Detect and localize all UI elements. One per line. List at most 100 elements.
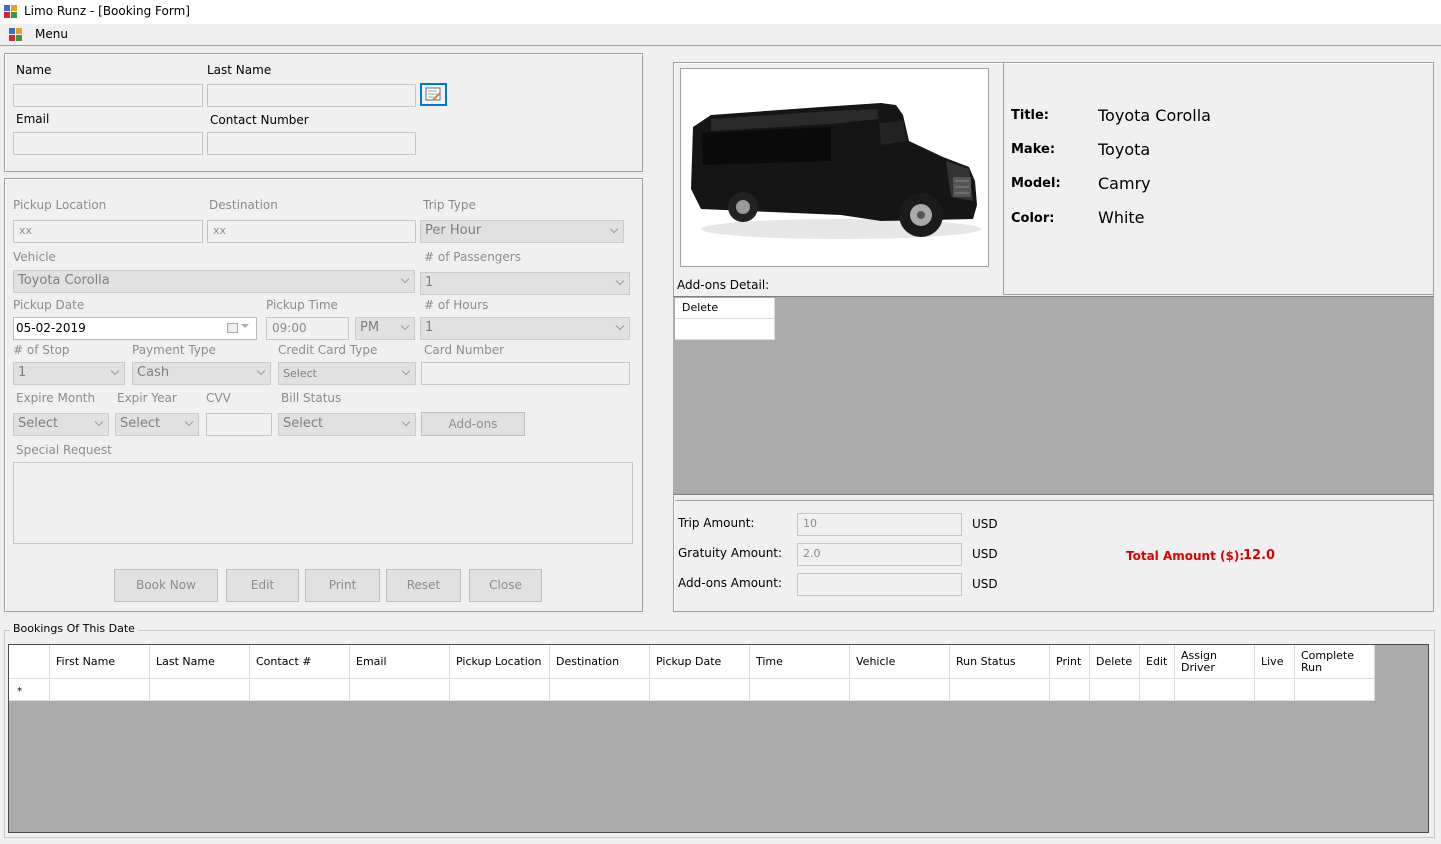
close-button[interactable]: Close — [469, 569, 542, 602]
addons-detail-label: Add-ons Detail: — [677, 278, 770, 292]
new-row-cell-delete[interactable] — [1090, 679, 1140, 701]
email-label: Email — [16, 112, 50, 126]
new-row-cell-print[interactable] — [1050, 679, 1090, 701]
title-bar: Limo Runz - [Booking Form] — [0, 0, 1441, 24]
gratuity-amount-label: Gratuity Amount: — [678, 546, 783, 560]
addons-button[interactable]: Add-ons — [421, 412, 525, 436]
reset-button[interactable]: Reset — [386, 569, 461, 602]
vehicle-label: Vehicle — [13, 250, 56, 264]
column-header-print[interactable]: Print — [1050, 645, 1090, 679]
payment-type-select[interactable]: Cash — [132, 362, 271, 385]
print-button[interactable]: Print — [305, 569, 380, 602]
calendar-icon[interactable] — [227, 323, 238, 333]
email-input[interactable] — [13, 132, 203, 155]
special-request-label: Special Request — [16, 443, 112, 457]
addons-amount-label: Add-ons Amount: — [678, 576, 782, 590]
menu-item[interactable]: Menu — [35, 27, 68, 41]
card-number-input[interactable] — [421, 362, 630, 385]
hours-select[interactable]: 1 — [420, 317, 630, 340]
cvv-input[interactable] — [206, 413, 272, 436]
chevron-down-icon — [615, 276, 625, 286]
trip-amount-label: Trip Amount: — [678, 516, 755, 530]
column-header-pickup-location[interactable]: Pickup Location — [450, 645, 550, 679]
gratuity-amount-currency: USD — [972, 547, 998, 561]
column-header-contact[interactable]: Contact # — [250, 645, 350, 679]
trip-type-select[interactable]: Per Hour — [420, 220, 624, 243]
column-header-complete-run[interactable]: Complete Run — [1295, 645, 1375, 679]
new-row-cell-complete-run[interactable] — [1295, 679, 1375, 701]
name-input[interactable] — [13, 84, 203, 107]
new-row-cell-last-name[interactable] — [150, 679, 250, 701]
book-now-button[interactable]: Book Now — [114, 569, 218, 602]
column-header-vehicle[interactable]: Vehicle — [850, 645, 950, 679]
customer-lookup-button[interactable] — [420, 83, 447, 106]
column-header-last-name[interactable]: Last Name — [150, 645, 250, 679]
cvv-label: CVV — [206, 391, 231, 405]
addons-delete-column-header[interactable]: Delete — [675, 298, 775, 319]
payment-type-label: Payment Type — [132, 343, 216, 357]
column-header-edit[interactable]: Edit — [1140, 645, 1175, 679]
column-header-pickup-date[interactable]: Pickup Date — [650, 645, 750, 679]
contact-input[interactable] — [207, 132, 416, 155]
hours-value: 1 — [425, 320, 434, 335]
new-row-cell-assign-driver[interactable] — [1175, 679, 1255, 701]
pickup-time-input[interactable]: 09:00 — [266, 317, 349, 340]
new-row-cell-pickup-location[interactable] — [450, 679, 550, 701]
bill-status-select[interactable]: Select — [278, 413, 416, 436]
pickup-location-input[interactable]: xx — [13, 220, 203, 243]
vehicle-select[interactable]: Toyota Corolla — [13, 270, 415, 293]
chevron-down-icon — [400, 274, 410, 284]
special-request-textarea[interactable] — [13, 462, 633, 544]
pickup-date-picker[interactable]: 05-02-2019 — [13, 317, 257, 340]
vehicle-value: Toyota Corolla — [18, 273, 110, 288]
column-header-run-status[interactable]: Run Status — [950, 645, 1050, 679]
cc-type-label: Credit Card Type — [278, 343, 378, 357]
trip-amount-input[interactable]: 10 — [797, 513, 962, 536]
chevron-down-icon — [184, 417, 194, 427]
passengers-select[interactable]: 1 — [420, 272, 630, 295]
new-row-cell-first-name[interactable] — [50, 679, 150, 701]
new-row-cell-destination[interactable] — [550, 679, 650, 701]
new-row-cell-email[interactable] — [350, 679, 450, 701]
expire-year-select[interactable]: Select — [115, 413, 199, 436]
hours-label: # of Hours — [424, 298, 489, 312]
stops-label: # of Stop — [13, 343, 70, 357]
column-header-delete[interactable]: Delete — [1090, 645, 1140, 679]
destination-input[interactable]: xx — [207, 220, 416, 243]
addons-amount-input[interactable] — [797, 573, 962, 596]
chevron-down-icon — [94, 417, 104, 427]
new-row-cell-edit[interactable] — [1140, 679, 1175, 701]
mdi-child-icon[interactable] — [9, 28, 23, 42]
new-row-marker: * — [9, 679, 50, 701]
vehicle-color-label: Color: — [1011, 211, 1055, 226]
expire-month-select[interactable]: Select — [13, 413, 109, 436]
gratuity-amount-input[interactable]: 2.0 — [797, 543, 962, 566]
pickup-date-value: 05-02-2019 — [16, 321, 86, 335]
new-row-cell-time[interactable] — [750, 679, 850, 701]
passengers-value: 1 — [425, 275, 434, 290]
edit-button[interactable]: Edit — [226, 569, 299, 602]
new-row-cell-contact[interactable] — [250, 679, 350, 701]
addons-new-row[interactable] — [675, 319, 775, 340]
cc-type-select[interactable]: Select — [278, 362, 416, 385]
ampm-value: PM — [360, 320, 380, 335]
stops-select[interactable]: 1 — [13, 362, 125, 385]
addons-grid[interactable] — [673, 296, 1434, 495]
trip-amount-currency: USD — [972, 517, 998, 531]
column-header-destination[interactable]: Destination — [550, 645, 650, 679]
new-row-cell-run-status[interactable] — [950, 679, 1050, 701]
column-header-time[interactable]: Time — [750, 645, 850, 679]
last-name-input[interactable] — [207, 84, 416, 107]
new-row-cell-vehicle[interactable] — [850, 679, 950, 701]
ampm-select[interactable]: PM — [355, 317, 415, 340]
vehicle-model-label: Model: — [1011, 176, 1061, 191]
column-header-assign-driver[interactable]: Assign Driver — [1175, 645, 1255, 679]
new-row-cell-pickup-date[interactable] — [650, 679, 750, 701]
contact-label: Contact Number — [210, 113, 309, 127]
column-header-live[interactable]: Live — [1255, 645, 1295, 679]
column-header-first-name[interactable]: First Name — [50, 645, 150, 679]
new-row-cell-live[interactable] — [1255, 679, 1295, 701]
column-header-email[interactable]: Email — [350, 645, 450, 679]
payment-type-value: Cash — [137, 365, 170, 380]
window-title: Limo Runz - [Booking Form] — [24, 4, 190, 18]
